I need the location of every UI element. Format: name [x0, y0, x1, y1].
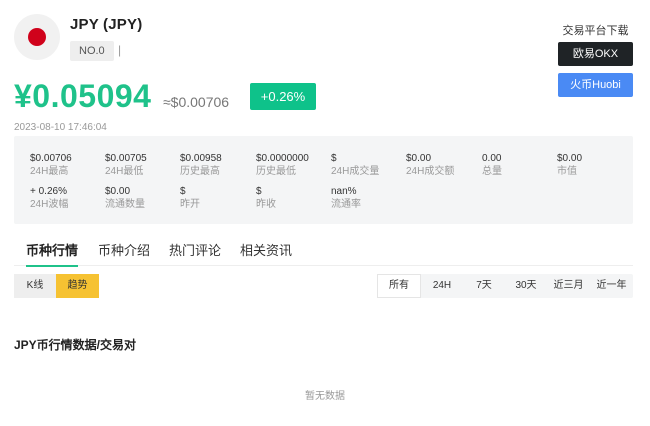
tab-market[interactable]: 币种行情	[26, 240, 79, 267]
price-usd: ≈$0.00706	[163, 94, 230, 110]
time-range-selector: 所有 24H 7天 30天 近三月 近一年	[377, 274, 633, 298]
stat-prev-close: $ 昨收	[256, 186, 276, 210]
empty-state-text: 暂无数据	[305, 391, 345, 402]
stat-circulation-rate: nan% 流通率	[331, 186, 361, 210]
range-all[interactable]: 所有	[377, 274, 421, 298]
coin-flag-icon	[14, 14, 60, 60]
rank-separator: |	[118, 43, 122, 57]
range-24h[interactable]: 24H	[421, 274, 463, 298]
okx-download-button[interactable]: 欧易OKX	[558, 42, 633, 66]
stats-panel: $0.00706 24H最高 $0.00705 24H最低 $0.00958 历史最高…	[14, 136, 633, 224]
stat-24h-range: + 0.26% 24H波幅	[30, 186, 69, 210]
tab-news[interactable]: 相关资讯	[240, 240, 292, 264]
stat-total-supply: 0.00 总量	[482, 153, 502, 177]
coin-name: JPY (JPY)	[70, 16, 143, 33]
stat-circulating-supply: $0.00 流通数量	[105, 186, 145, 210]
trend-toggle-button[interactable]: 趋势	[56, 274, 99, 298]
huobi-download-button[interactable]: 火币Huobi	[558, 73, 633, 97]
stat-24h-volume: $24H成交量	[331, 153, 380, 177]
tab-comments[interactable]: 热门评论	[169, 240, 221, 264]
stat-prev-open: $ 昨开	[180, 186, 200, 210]
flag-circle	[28, 28, 46, 46]
stat-24h-high: $0.00706 24H最高	[30, 153, 72, 177]
market-pairs-title: JPY币行情数据/交易对	[14, 338, 137, 352]
kline-toggle-button[interactable]: K线	[14, 274, 56, 298]
stat-market-cap: $0.00 市值	[557, 153, 583, 177]
timestamp: 2023-08-10 17:46:04	[14, 122, 107, 133]
range-1y[interactable]: 近一年	[590, 274, 633, 298]
change-badge: +0.26%	[250, 83, 316, 110]
range-30d[interactable]: 30天	[505, 274, 547, 298]
stat-24h-turnover: $0.00 24H成交额	[406, 153, 455, 177]
content-tabs: 币种行情 币种介绍 热门评论 相关资讯	[14, 238, 633, 267]
stat-all-time-low: $0.0000000 历史最低	[256, 153, 309, 177]
range-7d[interactable]: 7天	[463, 274, 505, 298]
tab-intro[interactable]: 币种介绍	[98, 240, 150, 264]
price-cny: ¥0.05094	[14, 78, 152, 114]
stat-all-time-high: $0.00958 历史最高	[180, 153, 222, 177]
exchange-download-title: 交易平台下载	[562, 25, 629, 37]
stat-24h-low: $0.00705 24H最低	[105, 153, 147, 177]
range-3m[interactable]: 近三月	[547, 274, 590, 298]
rank-badge: NO.0	[70, 41, 114, 61]
